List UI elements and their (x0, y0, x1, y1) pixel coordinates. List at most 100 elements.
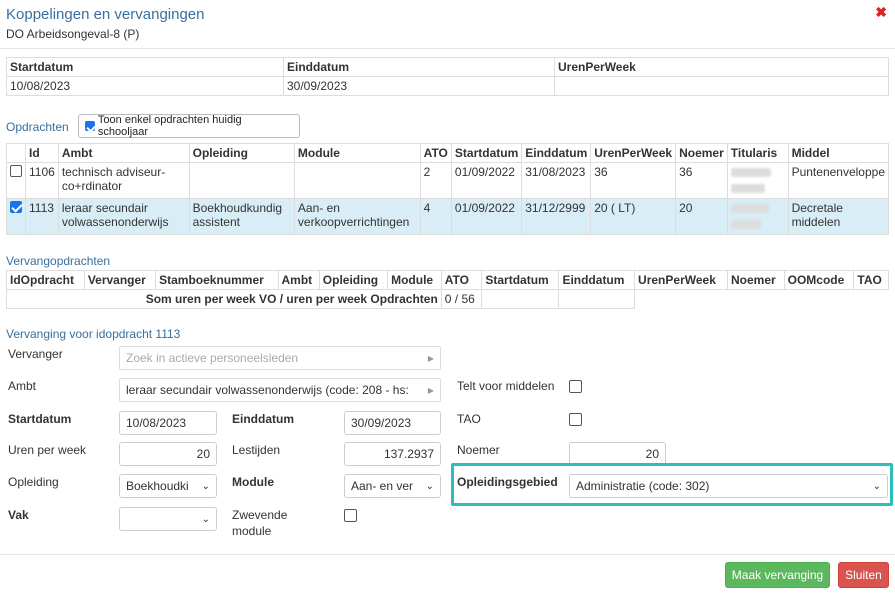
cell-opleiding: Boekhoudkundig assistent (188, 198, 295, 235)
einddatum-label: Einddatum (232, 412, 294, 426)
filter-current-year-button[interactable]: Toon enkel opdrachten huidig schooljaar (78, 114, 300, 138)
startdatum-label: Startdatum (8, 412, 72, 426)
cell-id: 1113 (25, 198, 59, 235)
startdatum-input[interactable]: 10/08/2023 (119, 411, 217, 435)
opleiding-label: Opleiding (8, 475, 59, 489)
col-header: ATO (440, 270, 483, 290)
col-header: ATO (419, 143, 452, 163)
cell-middel: Puntenenveloppe (787, 162, 890, 199)
col-header: Einddatum (521, 143, 592, 163)
cell-ato: 2 (419, 162, 452, 199)
col-header: Module (387, 270, 442, 290)
ambt-value: leraar secundair volwassenonderwijs (cod… (126, 383, 409, 397)
close-icon[interactable]: ✖ (875, 4, 887, 21)
ambt-lookup[interactable]: leraar secundair volwassenonderwijs (cod… (119, 378, 441, 402)
period-table: Startdatum Einddatum UrenPerWeek 10/08/2… (6, 57, 889, 96)
table-row-selected[interactable]: 1113 leraar secundair volwassenonderwijs… (6, 198, 890, 235)
col-header: OOMcode (783, 270, 855, 290)
vervanger-placeholder: Zoek in actieve personeelsleden (126, 351, 299, 365)
cell-noemer: 20 (675, 198, 728, 235)
zwevende-checkbox[interactable] (344, 509, 357, 522)
ambt-label: Ambt (8, 379, 37, 393)
einddatum-input[interactable]: 30/09/2023 (344, 411, 441, 435)
opleidingsgebied-value: Administratie (code: 302) (576, 479, 710, 493)
period-hours (554, 76, 889, 96)
opleidingsgebied-select[interactable]: Administratie (code: 302) ⌄ (569, 474, 888, 498)
chevron-down-icon: ⌄ (872, 480, 881, 492)
sum-label: Som uren per week VO / uren per week Opd… (6, 289, 442, 309)
col-header (6, 143, 26, 163)
opleiding-select[interactable]: Boekhoudki ⌄ (119, 474, 217, 498)
col-header: Middel (787, 143, 890, 163)
uren-input[interactable]: 20 (119, 442, 217, 466)
vak-select[interactable]: ⌄ (119, 507, 217, 531)
period-start: 10/08/2023 (6, 76, 284, 96)
period-end: 30/09/2023 (283, 76, 555, 96)
col-header: IdOpdracht (6, 270, 85, 290)
row-select[interactable] (6, 198, 26, 235)
empty-cell (634, 289, 889, 309)
cell-titularis (726, 198, 789, 235)
col-header: Titularis (726, 143, 789, 163)
col-header: Opleiding (188, 143, 295, 163)
cell-module (293, 162, 421, 199)
lestijden-input[interactable]: 137.2937 (344, 442, 441, 466)
uren-label: Uren per week (8, 443, 87, 457)
col-header: Ambt (277, 270, 320, 290)
redacted-name (730, 168, 771, 177)
vervanger-lookup[interactable]: Zoek in actieve personeelsleden ▶ (119, 346, 441, 370)
row-checkbox[interactable] (10, 201, 22, 213)
col-header: Vervanger (83, 270, 157, 290)
chevron-down-icon: ⌄ (425, 480, 434, 492)
vervangopdrachten-heading: Vervangopdrachten (6, 254, 111, 268)
col-header: Id (25, 143, 59, 163)
col-header: Startdatum (450, 143, 523, 163)
cell-noemer: 36 (675, 162, 728, 199)
col-header: TAO (853, 270, 889, 290)
col-header: Noemer (727, 270, 785, 290)
maak-vervanging-button[interactable]: Maak vervanging (725, 562, 830, 588)
tao-checkbox[interactable] (569, 413, 582, 426)
col-header: UrenPerWeek (590, 143, 677, 163)
sum-value: 0 / 56 (440, 289, 483, 309)
footer-divider (0, 554, 895, 555)
cell-start: 01/09/2022 (450, 198, 523, 235)
form-heading: Vervanging voor idopdracht 1113 (6, 327, 181, 341)
redacted-name (730, 220, 761, 229)
cell-id: 1106 (25, 162, 59, 199)
cell-titularis (726, 162, 789, 199)
cell-ambt: technisch adviseur-co+rdinator (57, 162, 190, 199)
opdrachten-heading: Opdrachten (6, 120, 69, 134)
divider (0, 48, 895, 49)
col-header: UrenPerWeek (634, 270, 728, 290)
dialog-subtitle: DO Arbeidsongeval-8 (P) (6, 27, 140, 41)
telt-checkbox[interactable] (569, 380, 582, 393)
col-header: Einddatum (283, 57, 555, 77)
module-select[interactable]: Aan- en ver ⌄ (344, 474, 441, 498)
caret-right-icon: ▶ (427, 385, 434, 395)
col-header: Opleiding (318, 270, 389, 290)
telt-label: Telt voor middelen (457, 379, 555, 393)
col-header: Startdatum (481, 270, 560, 290)
zwevende-label-line2: module (232, 524, 272, 538)
col-header: Einddatum (558, 270, 636, 290)
row-checkbox[interactable] (10, 165, 22, 177)
tao-label: TAO (457, 412, 481, 426)
cell-ato: 4 (419, 198, 452, 235)
cell-start: 01/09/2022 (450, 162, 523, 199)
redacted-name (730, 204, 769, 213)
row-select[interactable] (6, 162, 26, 199)
vak-label: Vak (8, 508, 29, 522)
module-label: Module (232, 475, 274, 489)
empty-cell (481, 289, 560, 309)
sluiten-button[interactable]: Sluiten (838, 562, 889, 588)
chevron-down-icon: ⌄ (201, 480, 210, 492)
col-header: Module (293, 143, 421, 163)
cell-ambt: leraar secundair volwassenonderwijs (57, 198, 190, 235)
opdrachten-table: Id Ambt Opleiding Module ATO Startdatum … (6, 143, 890, 235)
cell-module: Aan- en verkoopverrichtingen (293, 198, 421, 235)
table-row[interactable]: 1106 technisch adviseur-co+rdinator 2 01… (6, 162, 890, 199)
col-header: Ambt (57, 143, 190, 163)
caret-right-icon: ▶ (427, 353, 434, 363)
noemer-label: Noemer (457, 443, 500, 457)
